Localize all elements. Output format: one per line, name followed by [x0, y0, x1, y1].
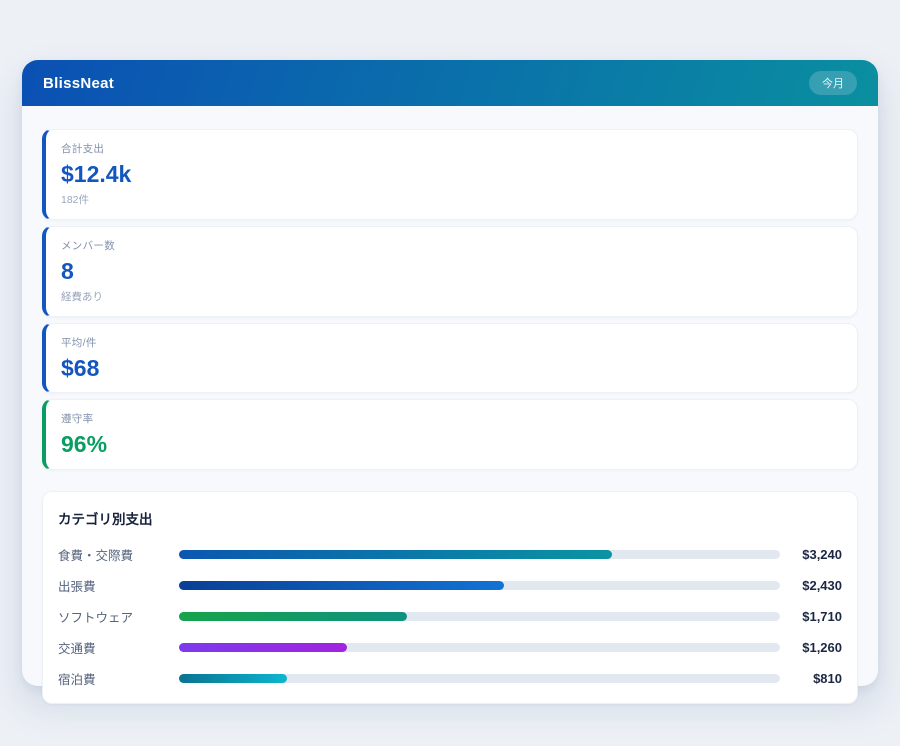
dashboard-panel: BlissNeat 今月 合計支出 $12.4k 182件 メンバー数 8 経費… — [22, 60, 878, 686]
category-row-business-travel: 出張費 $2,430 — [58, 576, 842, 595]
bar-track — [179, 643, 780, 652]
stat-card-member-count: メンバー数 8 経費あり — [42, 226, 858, 317]
bar-track — [179, 581, 780, 590]
category-label: 出張費 — [58, 576, 179, 595]
category-row-lodging: 宿泊費 $810 — [58, 669, 842, 688]
category-label: 交通費 — [58, 638, 179, 657]
bar-fill — [179, 674, 287, 683]
category-label: 宿泊費 — [58, 669, 179, 688]
category-spend-title: カテゴリ別支出 — [58, 508, 842, 528]
category-row-software: ソフトウェア $1,710 — [58, 607, 842, 626]
category-amount: $3,240 — [780, 547, 842, 562]
stat-card-average-per-item: 平均/件 $68 — [42, 323, 858, 393]
category-amount: $1,710 — [780, 609, 842, 624]
stat-label: 遵守率 — [61, 411, 842, 426]
dashboard-content: 合計支出 $12.4k 182件 メンバー数 8 経費あり 平均/件 $68 遵… — [22, 106, 878, 727]
stat-label: 平均/件 — [61, 335, 842, 350]
stat-card-total-spend: 合計支出 $12.4k 182件 — [42, 129, 858, 220]
category-label: 食費・交際費 — [58, 545, 179, 564]
bar-fill — [179, 612, 407, 621]
stat-card-compliance-rate: 遵守率 96% — [42, 399, 858, 469]
stat-label: メンバー数 — [61, 238, 842, 253]
bar-fill — [179, 643, 347, 652]
period-badge[interactable]: 今月 — [809, 71, 857, 95]
category-spend-card: カテゴリ別支出 食費・交際費 $3,240 出張費 $2,430 ソフトウェア … — [42, 491, 858, 704]
stat-value: 96% — [61, 432, 842, 456]
category-row-transport: 交通費 $1,260 — [58, 638, 842, 657]
stat-value: $12.4k — [61, 162, 842, 186]
app-header: BlissNeat 今月 — [22, 60, 878, 106]
stat-sub: 経費あり — [61, 289, 842, 304]
category-amount: $2,430 — [780, 578, 842, 593]
app-title: BlissNeat — [43, 75, 114, 92]
stat-label: 合計支出 — [61, 141, 842, 156]
stat-sub: 182件 — [61, 192, 842, 207]
category-amount: $810 — [780, 671, 842, 686]
bar-track — [179, 612, 780, 621]
category-label: ソフトウェア — [58, 607, 179, 626]
bar-track — [179, 674, 780, 683]
category-row-food-entertainment: 食費・交際費 $3,240 — [58, 545, 842, 564]
stat-value: 8 — [61, 259, 842, 283]
bar-fill — [179, 550, 612, 559]
category-amount: $1,260 — [780, 640, 842, 655]
bar-track — [179, 550, 780, 559]
stat-value: $68 — [61, 356, 842, 380]
bar-fill — [179, 581, 504, 590]
